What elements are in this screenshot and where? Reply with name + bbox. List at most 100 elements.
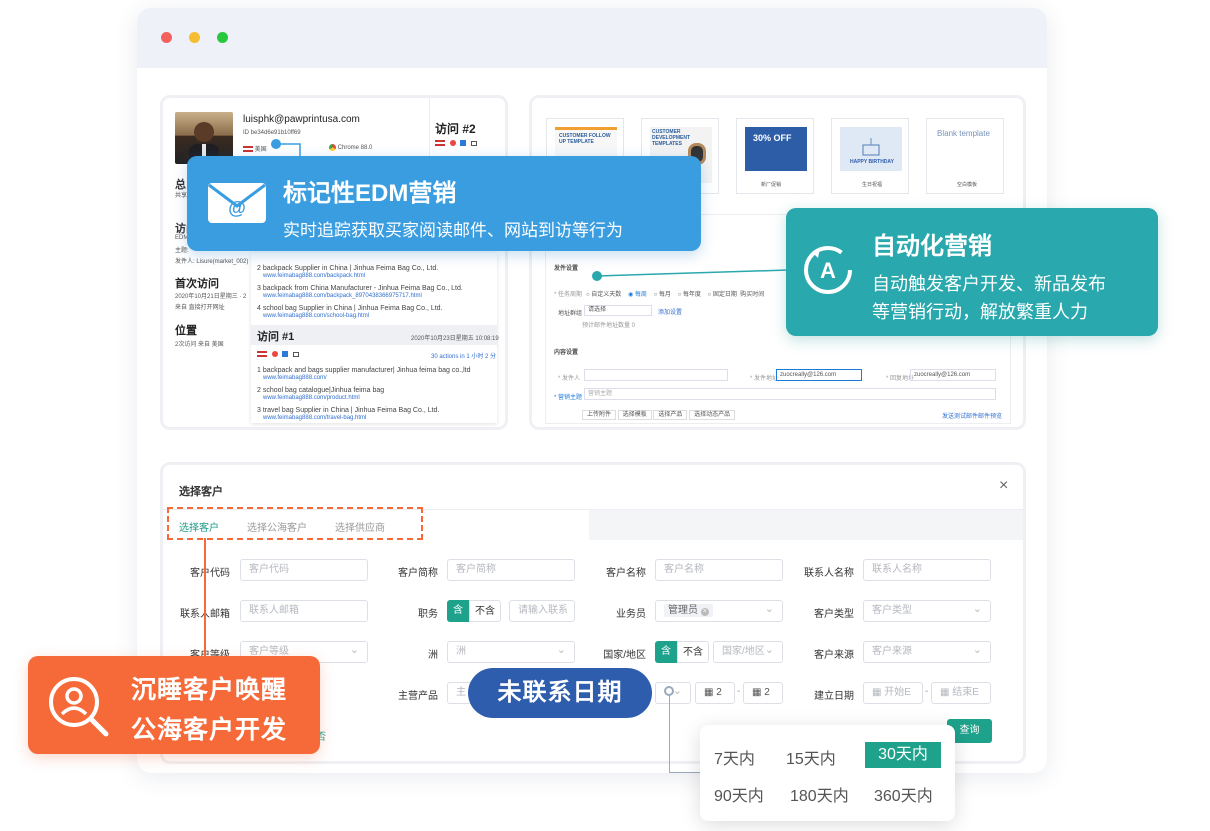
cake-icon [862, 138, 880, 156]
created-end-input[interactable]: ▦ 结束E [931, 682, 991, 704]
email-icon: @ [208, 183, 266, 223]
template-birthday[interactable]: HAPPY BIRTHDAY 生日祝福 [831, 118, 909, 194]
svg-text:A: A [820, 258, 836, 283]
windows-icon [460, 140, 467, 146]
auto-callout-card: A 自动化营销 自动触发客户开发、新品发布 等营销行动，解放繁重人力 [786, 208, 1158, 336]
short-name-input[interactable]: 客户简称 [447, 559, 575, 581]
chrome-icon [449, 140, 456, 146]
visit2-url-2[interactable]: www.feimabag888.com/backpack.html [263, 273, 365, 279]
continent-select[interactable]: 洲 [447, 641, 575, 663]
visit1-link-3[interactable]: 3 travel bag Supplier in China | Jinhua … [257, 407, 439, 414]
sales-tag: 管理员 × [664, 604, 713, 617]
date-to-input[interactable]: ▦ 2 [743, 682, 783, 704]
option-15-days[interactable]: 15天内 [786, 745, 836, 769]
from-select[interactable]: zuocreally@126.com [776, 369, 862, 381]
auto-card-subtitle-2: 等营销行动，解放繁重人力 [872, 302, 1088, 322]
country-exclude-toggle[interactable]: 不含 [677, 641, 709, 663]
address-select[interactable]: 请选择 [584, 305, 652, 316]
close-icon[interactable]: × [999, 477, 1008, 495]
type-select[interactable]: 客户类型 [863, 600, 991, 622]
short-name-label: 客户简称 [398, 568, 438, 579]
calendar-icon: ▦ [872, 687, 885, 698]
country-select[interactable]: 国家/地区 [713, 641, 783, 663]
option-30-days[interactable]: 30天内 [865, 742, 941, 768]
sales-label: 业务员 [616, 609, 646, 620]
cycle-radio[interactable]: ○ 自定义天数 [586, 292, 621, 298]
visit2-link-3[interactable]: 3 backpack from China Manufacturer - Jin… [257, 285, 463, 292]
template-blank[interactable]: Blank template 空白模板 [926, 118, 1004, 194]
subject-line: 主题: [175, 248, 189, 254]
contact-input[interactable]: 联系人名称 [863, 559, 991, 581]
visit1-url-2[interactable]: www.feimabag888.com/product.html [263, 395, 360, 401]
minimize-window-dot[interactable] [189, 32, 200, 43]
visit2-link-4[interactable]: 4 school bag Supplier in China | Jinhua … [257, 305, 443, 312]
first-visit-source: 来自 直接打开网址 [175, 305, 225, 311]
cycle-radio[interactable]: ○ 每月 [654, 292, 671, 298]
preview-link[interactable]: 邮件预览 [978, 411, 1002, 420]
uncontacted-date-pill: 未联系日期 [468, 668, 652, 718]
visit1-link-2[interactable]: 2 school bag catalogue|Jinhua feima bag [257, 387, 384, 394]
first-visit-heading: 首次访问 [175, 278, 219, 290]
option-360-days[interactable]: 360天内 [874, 782, 933, 806]
maximize-window-dot[interactable] [217, 32, 228, 43]
subject-input[interactable]: 营销主题 [584, 388, 996, 400]
name-input[interactable]: 客户名称 [655, 559, 783, 581]
visit2-url-3[interactable]: www.feimabag888.com/backpack_89704383669… [263, 293, 422, 299]
cycle-radio[interactable]: 购买时间 [740, 292, 764, 298]
country-label: 国家/地区 [603, 650, 646, 661]
email-label: 联系人邮箱 [170, 605, 230, 620]
visit2-icons [435, 140, 478, 148]
visit2-link-2[interactable]: 2 backpack Supplier in China | Jinhua Fe… [257, 265, 438, 272]
position-input[interactable]: 请输入联系 [509, 600, 575, 622]
address-add-link[interactable]: 添加设置 [658, 307, 682, 316]
name-label: 客户名称 [606, 568, 646, 579]
sender-input[interactable] [584, 369, 728, 381]
first-visit-time: 2020年10月21日星期三 · 2 [175, 294, 247, 300]
calendar-icon: ▦ [752, 687, 765, 698]
edm-card-title: 标记性EDM营销 [283, 180, 457, 207]
close-window-dot[interactable] [161, 32, 172, 43]
upload-button[interactable]: 上传附件 [582, 410, 617, 420]
template-sale[interactable]: 30% OFF 新厂促销 [736, 118, 814, 194]
desktop-icon [471, 141, 478, 146]
visits-card: 2 backpack Supplier in China | Jinhua Fe… [251, 253, 499, 423]
test-send-link[interactable]: 发送测试邮件 [942, 411, 978, 420]
visit1-icons [257, 351, 300, 359]
profile-browser: Chrome 88.0 [329, 144, 372, 151]
cycle-radio[interactable]: ○ 固定日期 [708, 292, 737, 298]
sales-select[interactable]: 管理员 × [655, 600, 783, 622]
select-product-button[interactable]: 选择产品 [653, 410, 688, 420]
template-caption: 空白模板 [957, 182, 978, 188]
select-template-button[interactable]: 选择模板 [617, 410, 652, 420]
email-input[interactable]: 联系人邮箱 [240, 600, 368, 622]
select-dynamic-product-button[interactable]: 选择动态产品 [689, 410, 736, 420]
windows-icon [282, 351, 289, 357]
visit2-url-4[interactable]: www.feimabag888.com/school-bag.html [263, 313, 369, 319]
country-include-toggle[interactable]: 含 [655, 641, 677, 663]
option-90-days[interactable]: 90天内 [714, 782, 764, 806]
chrome-icon [329, 144, 336, 151]
source-select[interactable]: 客户来源 [863, 641, 991, 663]
cycle-radio[interactable]: ◉ 每周 [628, 292, 647, 298]
option-7-days[interactable]: 7天内 [714, 745, 755, 769]
cycle-radio[interactable]: ○ 每年度 [678, 292, 701, 298]
visit1-url-1[interactable]: www.feimabag888.com/ [263, 375, 327, 381]
visit1-link-1[interactable]: 1 backpack and bags supplier manufacture… [257, 367, 471, 374]
visit1-actions[interactable]: 30 actions in 1 小时 2 分 [431, 351, 496, 360]
location-heading: 位置 [175, 325, 197, 337]
date-from-input[interactable]: ▦ 2 [695, 682, 735, 704]
visit1-url-3[interactable]: www.feimabag888.com/travel-bag.html [263, 415, 366, 421]
tag-close-icon[interactable]: × [700, 608, 709, 616]
position-include-toggle[interactable]: 含 [447, 600, 469, 622]
share-text: 共享 [175, 193, 188, 199]
chrome-icon [271, 351, 278, 357]
template-caption: 新厂促销 [761, 182, 782, 188]
code-input[interactable]: 客户代码 [240, 559, 368, 581]
position-exclude-toggle[interactable]: 不含 [469, 600, 501, 622]
reply-select[interactable]: zuocreally@126.com [910, 369, 996, 381]
created-label: 建立日期 [814, 691, 854, 702]
profile-email: luisphk@pawprintusa.com [243, 114, 360, 125]
country-text: 美国 [254, 147, 267, 153]
option-180-days[interactable]: 180天内 [790, 782, 849, 806]
created-start-input[interactable]: ▦ 开始E [863, 682, 923, 704]
